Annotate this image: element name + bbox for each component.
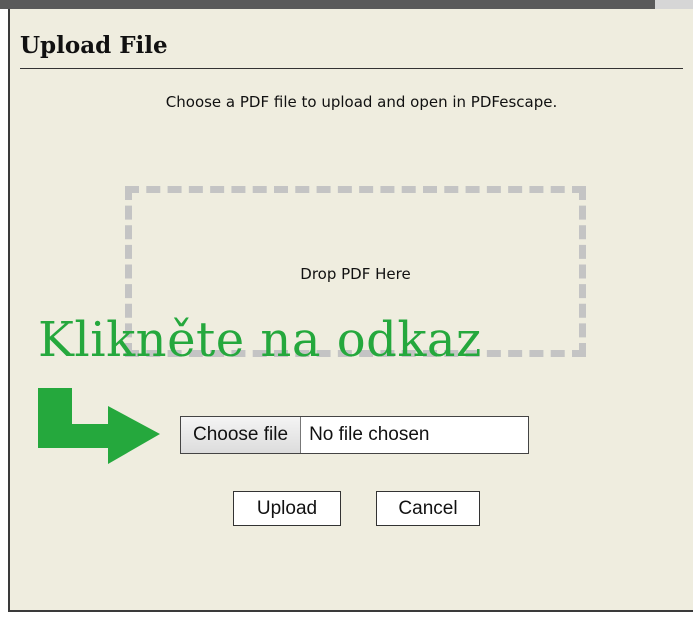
file-status-text: No file chosen: [309, 424, 430, 445]
file-picker[interactable]: Choose file No file chosen: [180, 416, 529, 454]
dialog-subtitle: Choose a PDF file to upload and open in …: [165, 93, 558, 111]
cancel-button[interactable]: Cancel: [376, 491, 480, 526]
window-top-bar: [0, 0, 693, 9]
dialog-title: Upload File: [20, 32, 168, 59]
window-top-bar-edge: [655, 0, 693, 9]
title-divider: [20, 68, 683, 69]
arrow-right-icon: [38, 388, 160, 464]
instruction-annotation: Klikněte na odkaz: [38, 312, 482, 368]
dropzone-label: Drop PDF Here: [300, 265, 411, 283]
upload-button[interactable]: Upload: [233, 491, 341, 526]
choose-file-button[interactable]: Choose file: [181, 417, 302, 453]
